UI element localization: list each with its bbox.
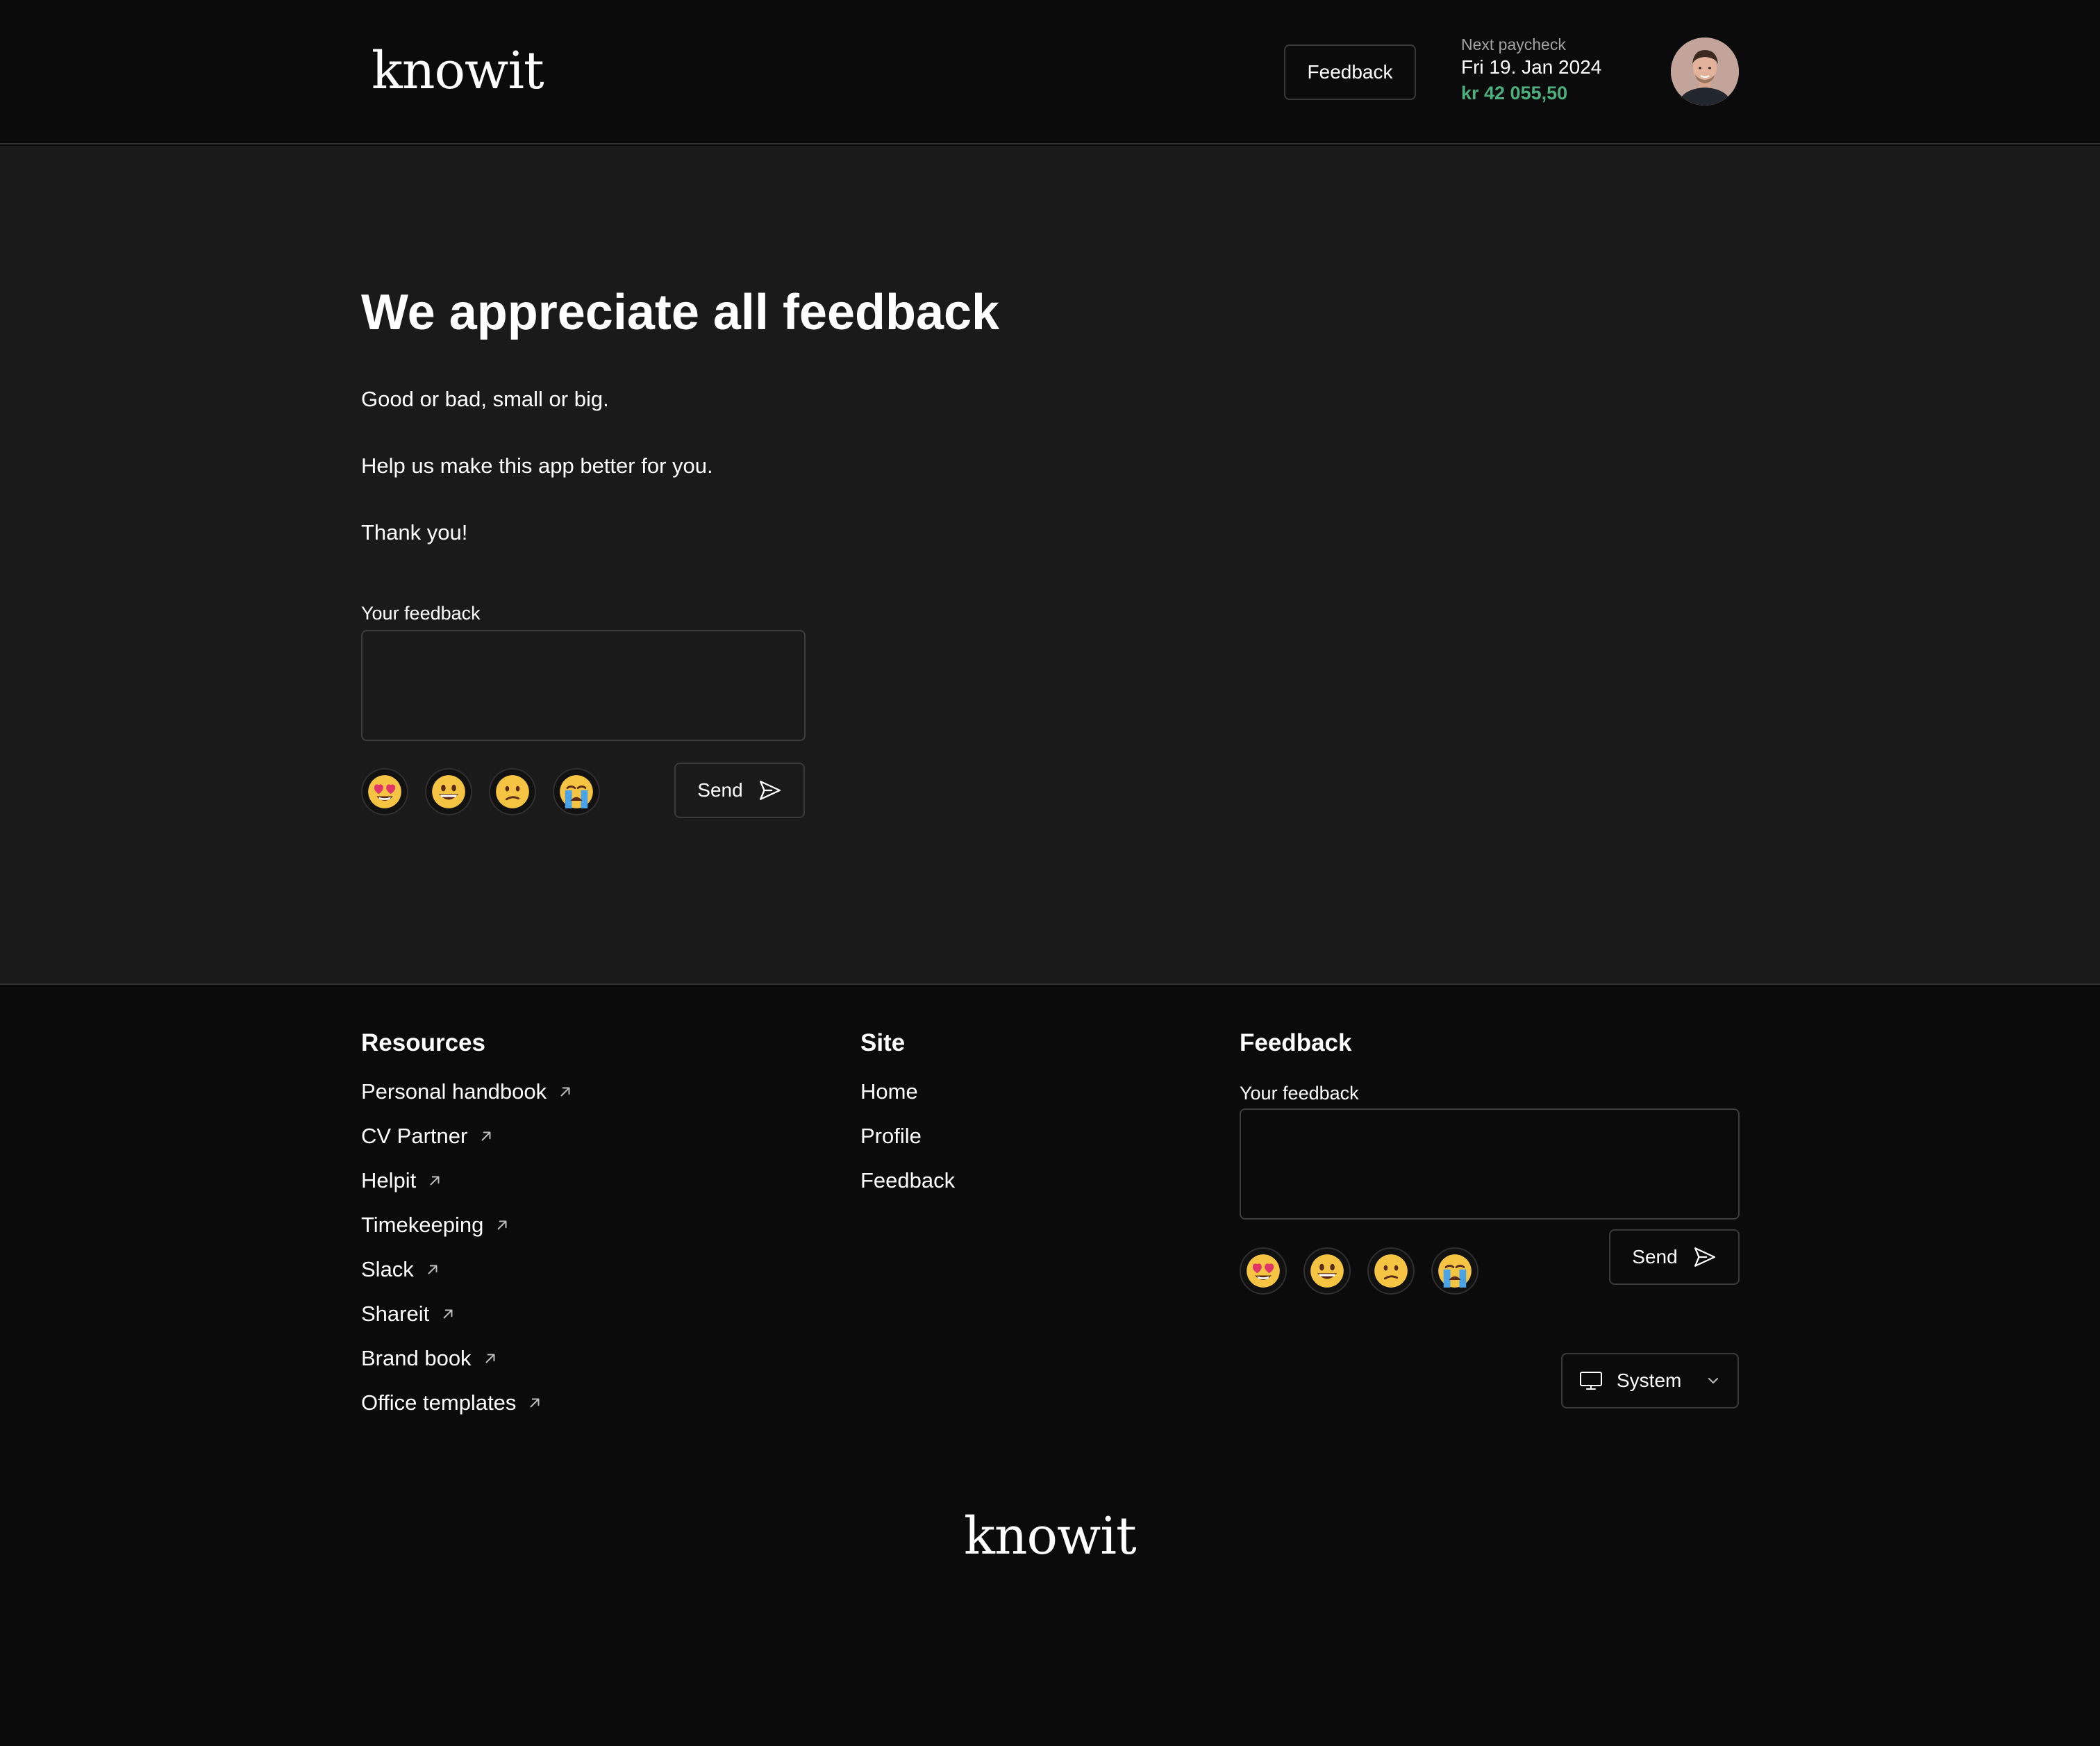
rating-crying-button[interactable] [1431, 1247, 1478, 1295]
resource-link[interactable]: Office templates [361, 1389, 573, 1433]
chevron-down-icon [1708, 1378, 1718, 1383]
avatar[interactable] [1671, 38, 1739, 106]
send-icon [1693, 1245, 1717, 1269]
header-feedback-button[interactable]: Feedback [1284, 44, 1416, 100]
confused-face-emoji-icon [494, 774, 531, 810]
site-link-feedback[interactable]: Feedback [860, 1167, 955, 1211]
resource-link-label: Shareit [361, 1302, 430, 1326]
paycheck-label: Next paycheck [1461, 35, 1566, 53]
resource-link-label: Personal handbook [361, 1079, 547, 1104]
send-label: Send [697, 779, 743, 801]
feedback-field-label: Your feedback [361, 603, 481, 624]
intro-line: Thank you! [361, 520, 468, 544]
grinning-face-emoji-icon [431, 774, 467, 810]
intro-line: Help us make this app better for you. [361, 454, 713, 478]
grinning-face-emoji-icon [1309, 1253, 1345, 1289]
site-link-profile[interactable]: Profile [860, 1122, 955, 1167]
send-feedback-button[interactable]: Send [674, 763, 805, 818]
crying-face-emoji-icon [558, 774, 594, 810]
resource-link[interactable]: Helpit [361, 1167, 573, 1211]
crying-face-emoji-icon [1437, 1253, 1473, 1289]
resource-link[interactable]: Slack [361, 1256, 573, 1300]
resource-link-label: Timekeeping [361, 1213, 484, 1237]
footer-knowit-logo[interactable]: knowit [964, 1508, 1137, 1564]
rating-love-button[interactable] [361, 768, 408, 815]
emoji-rating-group [361, 768, 600, 815]
heart-eyes-emoji-icon [367, 774, 403, 810]
heart-eyes-emoji-icon [1245, 1253, 1281, 1289]
rating-crying-button[interactable] [553, 768, 600, 815]
intro-line: Good or bad, small or big. [361, 387, 609, 411]
top-header: knowit Feedback Next paycheck Fri 19. Ja… [0, 0, 2100, 144]
resource-link-label: Helpit [361, 1168, 417, 1192]
external-link-icon [483, 1351, 498, 1366]
send-label: Send [1632, 1246, 1678, 1267]
paycheck-amount: kr 42 055,50 [1461, 83, 1568, 103]
feedback-textarea[interactable] [361, 630, 806, 741]
site-heading: Site [860, 1029, 906, 1056]
resource-link-label: Slack [361, 1257, 414, 1281]
rating-happy-button[interactable] [425, 768, 472, 815]
theme-select[interactable]: System [1561, 1353, 1739, 1408]
resource-link-label: Office templates [361, 1390, 517, 1415]
theme-select-value: System [1617, 1370, 1682, 1391]
feedback-heading: Feedback [1240, 1029, 1352, 1056]
feedback-main: We appreciate all feedback Good or bad, … [0, 146, 2100, 985]
external-link-icon [427, 1173, 442, 1188]
external-link-icon [425, 1262, 440, 1277]
footer-feedback-label: Your feedback [1240, 1083, 1359, 1104]
knowit-logo[interactable]: knowit [372, 43, 544, 99]
rating-confused-button[interactable] [1367, 1247, 1415, 1295]
resource-link[interactable]: Timekeeping [361, 1211, 573, 1256]
page-title: We appreciate all feedback [361, 285, 1000, 340]
paycheck-date: Fri 19. Jan 2024 [1461, 56, 1602, 78]
footer-feedback-textarea[interactable] [1240, 1108, 1740, 1220]
footer-site: Site Home Profile Feedback [860, 1028, 955, 1211]
rating-confused-button[interactable] [489, 768, 536, 815]
resources-heading: Resources [361, 1029, 485, 1056]
external-link-icon [478, 1129, 494, 1144]
resource-link[interactable]: CV Partner [361, 1122, 573, 1167]
footer-send-button[interactable]: Send [1609, 1229, 1740, 1285]
external-link-icon [494, 1217, 510, 1233]
site-link-home[interactable]: Home [860, 1078, 955, 1122]
footer-feedback: Feedback Your feedback Send [1240, 1028, 1740, 1295]
resource-link[interactable]: Brand book [361, 1345, 573, 1389]
send-icon [758, 779, 782, 802]
external-link-icon [558, 1084, 573, 1099]
resource-link[interactable]: Personal handbook [361, 1078, 573, 1122]
confused-face-emoji-icon [1373, 1253, 1409, 1289]
footer-resources: Resources Personal handbook CV Partner H… [361, 1028, 573, 1433]
next-paycheck-info: Next paycheck Fri 19. Jan 2024 kr 42 055… [1461, 35, 1601, 106]
resource-link-label: Brand book [361, 1346, 472, 1370]
external-link-icon [527, 1395, 542, 1411]
resource-link-label: CV Partner [361, 1124, 468, 1148]
rating-happy-button[interactable] [1303, 1247, 1351, 1295]
rating-love-button[interactable] [1240, 1247, 1287, 1295]
resource-link[interactable]: Shareit [361, 1300, 573, 1345]
user-avatar-icon [1671, 38, 1739, 106]
monitor-icon [1580, 1372, 1602, 1390]
external-link-icon [440, 1306, 456, 1322]
